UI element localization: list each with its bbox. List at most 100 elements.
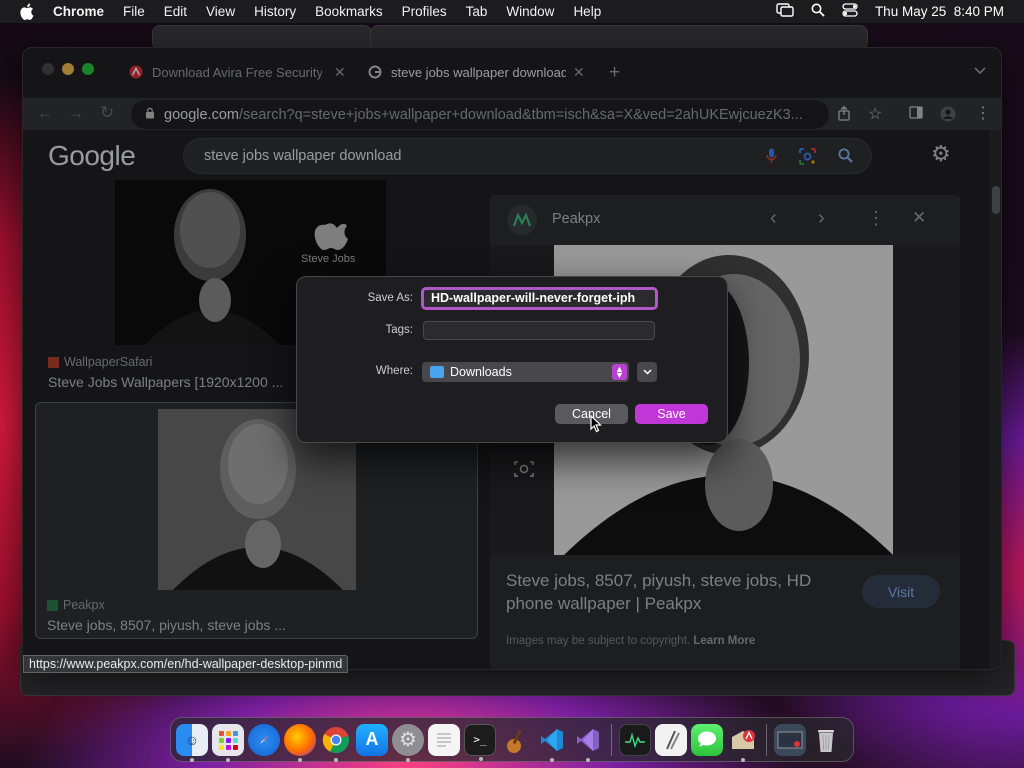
- result-title[interactable]: Steve Jobs Wallpapers [1920x1200 ...: [48, 374, 283, 390]
- visit-button[interactable]: Visit: [862, 575, 940, 608]
- tab-strip: Download Avira Free Security f ✕ steve j…: [23, 48, 1001, 98]
- save-as-value: HD-wallpaper-will-never-forget-iph: [431, 291, 636, 305]
- textedit-icon[interactable]: [428, 723, 460, 756]
- side-panel-icon[interactable]: [909, 106, 923, 122]
- where-dropdown[interactable]: Downloads ▲ ▼: [422, 362, 629, 382]
- menu-profiles[interactable]: Profiles: [402, 4, 447, 19]
- google-logo[interactable]: Google: [48, 140, 136, 172]
- microphone-icon[interactable]: [766, 148, 777, 169]
- search-icon[interactable]: [838, 148, 853, 169]
- save-as-field[interactable]: HD-wallpaper-will-never-forget-iph: [421, 287, 658, 310]
- new-tab-icon[interactable]: +: [609, 62, 620, 84]
- script-editor-icon[interactable]: [655, 723, 687, 756]
- expand-dialog-button[interactable]: [637, 362, 657, 382]
- preview-title[interactable]: Steve jobs, 8507, piyush, steve jobs, HD…: [506, 569, 836, 615]
- save-as-label: Save As:: [367, 292, 413, 304]
- tab-avira[interactable]: Download Avira Free Security f ✕: [129, 61, 354, 83]
- result-source: Peakpx: [47, 598, 105, 612]
- screenshot-thumbnail-icon[interactable]: [774, 723, 806, 756]
- google-lens-icon[interactable]: [799, 148, 816, 169]
- garageband-guitar-icon[interactable]: [500, 724, 532, 756]
- dropdown-arrows-icon: ▲ ▼: [612, 364, 627, 380]
- firefox-icon[interactable]: [284, 723, 316, 762]
- launchpad-icon[interactable]: [212, 723, 244, 762]
- close-window-button[interactable]: [42, 63, 54, 75]
- vscode-icon[interactable]: [536, 724, 568, 762]
- back-icon[interactable]: ←: [37, 105, 53, 123]
- menu-window[interactable]: Window: [506, 4, 554, 19]
- result-source-name: Peakpx: [63, 598, 105, 612]
- trash-icon[interactable]: [810, 724, 842, 756]
- save-dialog: Save As: HD-wallpaper-will-never-forget-…: [296, 276, 728, 443]
- tab-google-search[interactable]: steve jobs wallpaper download ✕: [368, 61, 593, 83]
- menu-app-name[interactable]: Chrome: [53, 4, 104, 19]
- settings-gear-icon[interactable]: ⚙: [931, 141, 951, 167]
- avira-installer-icon[interactable]: [727, 724, 759, 762]
- tags-label: Tags:: [385, 324, 414, 336]
- visual-studio-icon[interactable]: [572, 724, 604, 762]
- google-icon: [368, 65, 382, 79]
- forward-icon[interactable]: →: [68, 105, 84, 123]
- menu-edit[interactable]: Edit: [164, 4, 187, 19]
- share-icon[interactable]: [838, 105, 850, 124]
- peakpx-logo-icon[interactable]: [507, 205, 537, 235]
- zoom-window-button[interactable]: [82, 63, 94, 75]
- google-search-input[interactable]: steve jobs wallpaper download: [183, 138, 872, 174]
- downloads-folder-icon: [430, 366, 444, 378]
- app-store-icon[interactable]: A: [356, 723, 388, 756]
- window-controls: [42, 63, 94, 75]
- screen-mirroring-icon[interactable]: [776, 3, 794, 20]
- finder-icon[interactable]: ☺: [176, 723, 208, 762]
- address-bar[interactable]: google.com/search?q=steve+jobs+wallpaper…: [131, 100, 829, 129]
- apple-icon[interactable]: [19, 3, 37, 20]
- messages-icon[interactable]: [691, 723, 723, 756]
- profile-icon[interactable]: [940, 106, 956, 125]
- dock: ☺ A ⚙ >_: [170, 717, 854, 762]
- next-image-icon[interactable]: ›: [818, 207, 825, 230]
- chrome-icon[interactable]: [320, 724, 352, 762]
- activity-monitor-icon[interactable]: [619, 723, 651, 756]
- visual-search-icon[interactable]: [514, 460, 534, 483]
- where-label: Where:: [375, 365, 413, 377]
- scrollbar-thumb[interactable]: [992, 186, 1000, 214]
- menu-help[interactable]: Help: [573, 4, 601, 19]
- menu-file[interactable]: File: [123, 4, 145, 19]
- safari-icon[interactable]: [248, 723, 280, 756]
- lock-icon[interactable]: [145, 107, 155, 122]
- search-query: steve jobs wallpaper download: [204, 148, 402, 164]
- tags-field[interactable]: [423, 321, 655, 340]
- control-center-icon[interactable]: [842, 3, 858, 20]
- where-value: Downloads: [450, 365, 512, 379]
- menu-history[interactable]: History: [254, 4, 296, 19]
- menu-bar: Chrome File Edit View History Bookmarks …: [0, 0, 1024, 23]
- menu-bookmarks[interactable]: Bookmarks: [315, 4, 383, 19]
- result-title: Steve jobs, 8507, piyush, steve jobs ...: [47, 617, 286, 633]
- terminal-icon[interactable]: >_: [464, 723, 496, 761]
- page-scrollbar[interactable]: [989, 130, 1001, 669]
- close-tab-icon[interactable]: ✕: [573, 64, 585, 81]
- minimize-window-button[interactable]: [62, 63, 74, 75]
- previous-image-icon[interactable]: ‹: [770, 207, 777, 230]
- more-options-icon[interactable]: ⋮: [867, 208, 885, 229]
- dock-separator: [766, 723, 767, 756]
- url-host: google.com: [164, 106, 239, 123]
- menu-tab[interactable]: Tab: [466, 4, 488, 19]
- learn-more-link[interactable]: Learn More: [693, 635, 755, 647]
- system-settings-icon[interactable]: ⚙: [392, 723, 424, 762]
- status-bar-url: https://www.peakpx.com/en/hd-wallpaper-d…: [23, 655, 349, 673]
- preview-site-name[interactable]: Peakpx: [552, 211, 600, 227]
- reload-icon[interactable]: ↻: [100, 103, 114, 123]
- wallpapersafari-icon: [48, 356, 59, 368]
- close-tab-icon[interactable]: ✕: [334, 64, 346, 81]
- save-button[interactable]: Save: [635, 404, 708, 424]
- mouse-pointer-icon: [590, 414, 603, 438]
- tab-search-chevron-icon[interactable]: [974, 64, 986, 78]
- chrome-menu-icon[interactable]: ⋮: [975, 103, 991, 123]
- tab-title: steve jobs wallpaper download: [391, 64, 566, 80]
- menu-view[interactable]: View: [206, 4, 235, 19]
- preview-header: Peakpx ‹ › ⋮ ✕: [490, 195, 960, 245]
- close-preview-icon[interactable]: ✕: [912, 208, 926, 228]
- spotlight-search-icon[interactable]: [811, 3, 825, 20]
- bookmark-star-icon[interactable]: ☆: [868, 104, 882, 124]
- menu-clock[interactable]: Thu May 25 8:40 PM: [875, 4, 1004, 19]
